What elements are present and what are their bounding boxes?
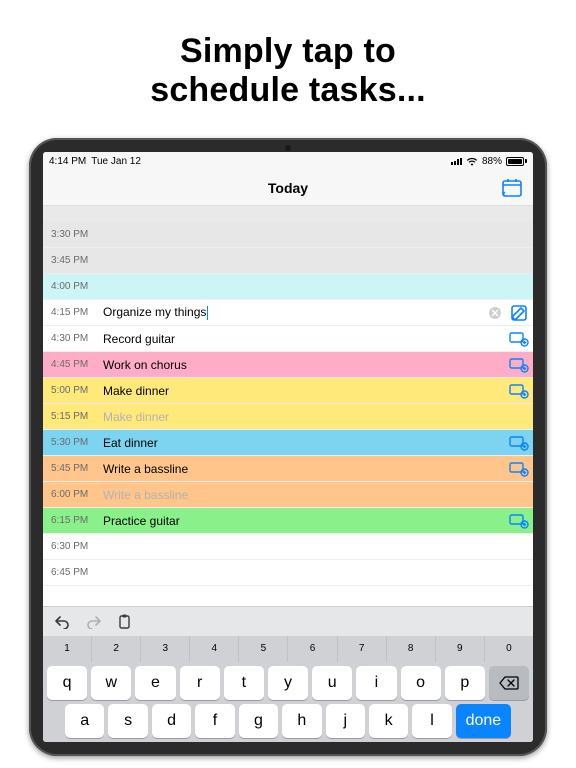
slot-task: Work on chorus bbox=[99, 358, 505, 372]
slot-time: 3:30 PM bbox=[43, 229, 99, 240]
time-slot[interactable]: 5:30 PMEat dinner bbox=[43, 430, 533, 456]
time-slot[interactable]: 3:30 PM bbox=[43, 222, 533, 248]
letter-key[interactable]: d bbox=[152, 704, 191, 738]
undo-icon[interactable] bbox=[53, 615, 71, 629]
slot-time: 6:30 PM bbox=[43, 541, 99, 552]
slot-time: 6:00 PM bbox=[43, 489, 99, 500]
time-slot[interactable]: 4:00 PM bbox=[43, 274, 533, 300]
num-key[interactable]: 2 bbox=[92, 636, 141, 662]
add-similar-icon[interactable] bbox=[505, 383, 533, 399]
keyboard-number-row: 1234567890 bbox=[43, 636, 533, 662]
slot-time: 6:15 PM bbox=[43, 515, 99, 526]
clear-text-icon[interactable] bbox=[485, 306, 505, 320]
battery-pct: 88% bbox=[482, 156, 502, 167]
status-time: 4:14 PM bbox=[49, 156, 86, 167]
slot-time: 4:15 PM bbox=[43, 307, 99, 318]
nav-bar: Today bbox=[43, 170, 533, 206]
slot-time: 4:00 PM bbox=[43, 281, 99, 292]
time-slot[interactable]: 4:30 PMRecord guitar bbox=[43, 326, 533, 352]
letter-key[interactable]: o bbox=[401, 666, 441, 700]
slot-task[interactable]: Organize my things bbox=[99, 305, 485, 320]
slot-task: Make dinner bbox=[99, 384, 505, 398]
num-key[interactable]: 5 bbox=[239, 636, 288, 662]
done-key[interactable]: done bbox=[456, 704, 511, 738]
slot-time: 3:45 PM bbox=[43, 255, 99, 266]
num-key[interactable]: 4 bbox=[190, 636, 239, 662]
letter-key[interactable]: q bbox=[47, 666, 87, 700]
time-slots: 3:30 PM 3:45 PM 4:00 PM 4:15 PMOrganize my … bbox=[43, 206, 533, 606]
letter-key[interactable]: h bbox=[282, 704, 321, 738]
letter-key[interactable]: r bbox=[180, 666, 220, 700]
cellular-icon bbox=[451, 157, 462, 165]
slot-task: Write a bassline bbox=[99, 488, 533, 502]
calendar-icon[interactable] bbox=[501, 178, 523, 198]
letter-key[interactable]: a bbox=[65, 704, 104, 738]
letter-key[interactable]: w bbox=[91, 666, 131, 700]
num-key[interactable]: 1 bbox=[43, 636, 92, 662]
slot-task: Record guitar bbox=[99, 332, 505, 346]
letter-key[interactable]: u bbox=[312, 666, 352, 700]
time-slot[interactable]: 5:15 PMMake dinner bbox=[43, 404, 533, 430]
letter-key[interactable]: e bbox=[135, 666, 175, 700]
letter-key[interactable]: f bbox=[195, 704, 234, 738]
add-similar-icon[interactable] bbox=[505, 513, 533, 529]
letter-key[interactable]: l bbox=[412, 704, 451, 738]
slot-time: 6:45 PM bbox=[43, 567, 99, 578]
time-slot[interactable]: 5:45 PMWrite a bassline bbox=[43, 456, 533, 482]
slot-time: 4:30 PM bbox=[43, 333, 99, 344]
status-bar: 4:14 PM Tue Jan 12 88% bbox=[43, 152, 533, 170]
letter-key[interactable]: k bbox=[369, 704, 408, 738]
slot-time: 5:00 PM bbox=[43, 385, 99, 396]
letter-key[interactable]: s bbox=[108, 704, 147, 738]
letter-key[interactable]: y bbox=[268, 666, 308, 700]
time-slot[interactable]: 6:45 PM bbox=[43, 560, 533, 586]
slot-task: Eat dinner bbox=[99, 436, 505, 450]
tablet-frame: 4:14 PM Tue Jan 12 88% Today 3:30 PM 3:45… bbox=[29, 138, 547, 756]
num-key[interactable]: 6 bbox=[288, 636, 337, 662]
slot-task: Practice guitar bbox=[99, 514, 505, 528]
slot-time: 5:30 PM bbox=[43, 437, 99, 448]
num-key[interactable]: 7 bbox=[338, 636, 387, 662]
time-slot[interactable]: 5:00 PMMake dinner bbox=[43, 378, 533, 404]
app-screen: 4:14 PM Tue Jan 12 88% Today 3:30 PM 3:45… bbox=[43, 152, 533, 742]
num-key[interactable]: 9 bbox=[436, 636, 485, 662]
keyboard-main: qwertyuiop asdfghjkldone bbox=[43, 662, 533, 742]
status-date: Tue Jan 12 bbox=[91, 156, 141, 167]
add-similar-icon[interactable] bbox=[505, 461, 533, 477]
letter-key[interactable]: j bbox=[326, 704, 365, 738]
num-key[interactable]: 3 bbox=[141, 636, 190, 662]
time-slot[interactable]: 4:45 PMWork on chorus bbox=[43, 352, 533, 378]
num-key[interactable]: 0 bbox=[485, 636, 533, 662]
add-similar-icon[interactable] bbox=[505, 435, 533, 451]
slot-task: Write a bassline bbox=[99, 462, 505, 476]
hero-heading: Simply tap to schedule tasks... bbox=[150, 32, 426, 110]
time-slot[interactable]: 3:45 PM bbox=[43, 248, 533, 274]
camera-dot bbox=[285, 145, 291, 151]
letter-key[interactable]: i bbox=[356, 666, 396, 700]
letter-key[interactable]: g bbox=[239, 704, 278, 738]
add-similar-icon[interactable] bbox=[505, 331, 533, 347]
letter-key[interactable]: t bbox=[224, 666, 264, 700]
time-slot[interactable]: 6:30 PM bbox=[43, 534, 533, 560]
battery-icon bbox=[506, 157, 527, 166]
time-slot[interactable]: 6:15 PMPractice guitar bbox=[43, 508, 533, 534]
slot-time: 5:15 PM bbox=[43, 411, 99, 422]
backspace-key[interactable] bbox=[489, 666, 529, 700]
num-key[interactable]: 8 bbox=[387, 636, 436, 662]
wifi-icon bbox=[466, 157, 478, 166]
slot-time: 5:45 PM bbox=[43, 463, 99, 474]
redo-icon[interactable] bbox=[85, 615, 103, 629]
edit-icon[interactable] bbox=[505, 304, 533, 322]
slot-gap bbox=[43, 206, 533, 222]
letter-key[interactable]: p bbox=[445, 666, 485, 700]
slot-time: 4:45 PM bbox=[43, 359, 99, 370]
time-slot[interactable]: 4:15 PMOrganize my things bbox=[43, 300, 533, 326]
keyboard-toolbar bbox=[43, 606, 533, 636]
time-slot[interactable]: 6:00 PMWrite a bassline bbox=[43, 482, 533, 508]
slot-task: Make dinner bbox=[99, 410, 533, 424]
add-similar-icon[interactable] bbox=[505, 357, 533, 373]
page-title: Today bbox=[268, 180, 308, 196]
clipboard-icon[interactable] bbox=[117, 614, 132, 630]
